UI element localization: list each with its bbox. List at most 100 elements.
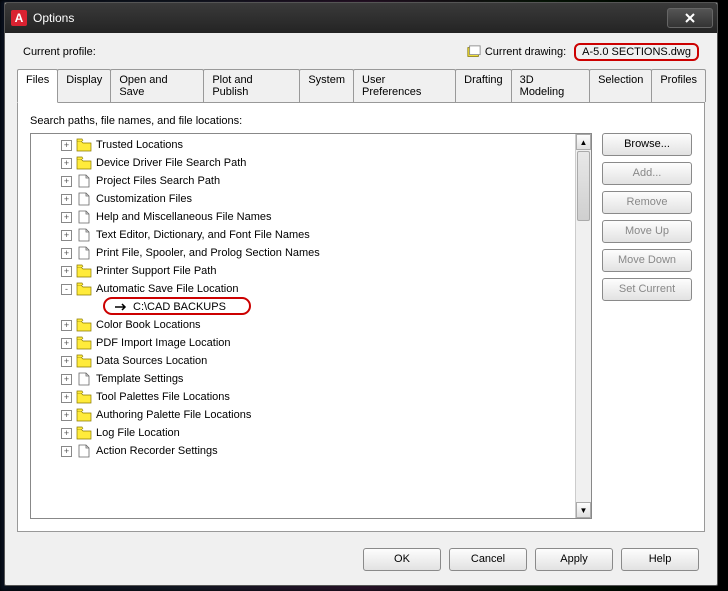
move-up-button: Move Up — [602, 220, 692, 243]
page-icon — [76, 192, 92, 206]
close-icon — [684, 12, 696, 24]
tree-item[interactable]: + Text Editor, Dictionary, and Font File … — [33, 226, 575, 244]
tree-item[interactable]: + Print File, Spooler, and Prolog Section… — [33, 244, 575, 262]
tab-selection[interactable]: Selection — [589, 69, 652, 102]
expand-toggle[interactable]: + — [61, 410, 72, 421]
tree-item[interactable]: + Template Settings — [33, 370, 575, 388]
expand-toggle[interactable]: + — [61, 338, 72, 349]
page-icon — [76, 174, 92, 188]
folder-icon — [76, 354, 92, 368]
current-profile-label: Current profile: — [23, 46, 96, 58]
tab-drafting[interactable]: Drafting — [455, 69, 512, 102]
folder-icon — [76, 156, 92, 170]
expand-toggle[interactable]: + — [61, 158, 72, 169]
tree-item[interactable]: +Data Sources Location — [33, 352, 575, 370]
expand-toggle[interactable]: + — [61, 428, 72, 439]
tab-profiles[interactable]: Profiles — [651, 69, 706, 102]
tab-open-and-save[interactable]: Open and Save — [110, 69, 204, 102]
expand-toggle[interactable]: + — [61, 230, 72, 241]
tree-item[interactable]: + Printer Support File Path — [33, 262, 575, 280]
cancel-button[interactable]: Cancel — [449, 548, 527, 571]
expand-toggle[interactable]: + — [61, 140, 72, 151]
folder-icon — [76, 138, 92, 152]
ok-button[interactable]: OK — [363, 548, 441, 571]
app-icon: A — [11, 10, 27, 26]
folder-icon — [76, 318, 92, 332]
tree-item-label: Log File Location — [96, 427, 180, 439]
files-tab-panel: Search paths, file names, and file locat… — [17, 102, 705, 532]
tree-item-label: Color Book Locations — [96, 319, 201, 331]
tab-system[interactable]: System — [299, 69, 354, 102]
tab-plot-and-publish[interactable]: Plot and Publish — [203, 69, 300, 102]
tab-strip: FilesDisplayOpen and SavePlot and Publis… — [17, 69, 705, 102]
folder-icon — [76, 408, 92, 422]
folder-icon — [76, 390, 92, 404]
page-icon — [76, 246, 92, 260]
scroll-thumb[interactable] — [577, 151, 590, 221]
tree-item[interactable]: + PDF Import Image Location — [33, 334, 575, 352]
expand-toggle[interactable]: + — [61, 248, 72, 259]
tab-user-preferences[interactable]: User Preferences — [353, 69, 456, 102]
close-button[interactable] — [667, 8, 713, 28]
tree-item-label: Automatic Save File Location — [96, 283, 238, 295]
tree-item-label: Customization Files — [96, 193, 192, 205]
expand-toggle[interactable]: + — [61, 212, 72, 223]
scroll-up-button[interactable]: ▲ — [576, 134, 591, 150]
side-button-column: Browse...Add...RemoveMove UpMove DownSet… — [602, 133, 692, 519]
expand-toggle[interactable]: + — [61, 194, 72, 205]
tree-item-label: Action Recorder Settings — [96, 445, 218, 457]
expand-toggle[interactable]: + — [61, 320, 72, 331]
expand-toggle[interactable]: + — [61, 176, 72, 187]
profile-row: Current profile: Current drawing: A-5.0 … — [5, 33, 717, 69]
tree-item-label: Print File, Spooler, and Prolog Section … — [96, 247, 320, 259]
folder-icon — [76, 282, 92, 296]
page-icon — [76, 228, 92, 242]
arrow-icon — [113, 300, 129, 314]
tree-item[interactable]: + Color Book Locations — [33, 316, 575, 334]
tab-display[interactable]: Display — [57, 69, 111, 102]
tree-item-label: Device Driver File Search Path — [96, 157, 246, 169]
tree-item[interactable]: + Log File Location — [33, 424, 575, 442]
tree-item-label: C:\CAD BACKUPS — [133, 301, 226, 313]
folder-icon — [76, 336, 92, 350]
tab-files[interactable]: Files — [17, 69, 58, 103]
expand-toggle[interactable]: + — [61, 392, 72, 403]
tree-item-label: PDF Import Image Location — [96, 337, 231, 349]
options-dialog: A Options Current profile: Current drawi… — [4, 2, 718, 586]
window-title: Options — [33, 11, 667, 25]
tree-item[interactable]: +Tool Palettes File Locations — [33, 388, 575, 406]
help-button[interactable]: Help — [621, 548, 699, 571]
tree-item[interactable]: +Authoring Palette File Locations — [33, 406, 575, 424]
tree-item-label: Project Files Search Path — [96, 175, 220, 187]
tree-item[interactable]: + Customization Files — [33, 190, 575, 208]
tree-item[interactable]: +Trusted Locations — [33, 136, 575, 154]
tree-item[interactable]: + Device Driver File Search Path — [33, 154, 575, 172]
folder-icon — [76, 264, 92, 278]
add-button: Add... — [602, 162, 692, 185]
tree-item[interactable]: + Action Recorder Settings — [33, 442, 575, 460]
tree-item[interactable]: +Help and Miscellaneous File Names — [33, 208, 575, 226]
expand-toggle[interactable]: + — [61, 356, 72, 367]
tree-item-child[interactable]: C:\CAD BACKUPS — [33, 298, 575, 316]
move-down-button: Move Down — [602, 249, 692, 272]
scroll-down-button[interactable]: ▼ — [576, 502, 591, 518]
tree-item-label: Printer Support File Path — [96, 265, 216, 277]
titlebar[interactable]: A Options — [5, 3, 717, 33]
browse-button[interactable]: Browse... — [602, 133, 692, 156]
tree-item-label: Template Settings — [96, 373, 183, 385]
tree-item-label: Text Editor, Dictionary, and Font File N… — [96, 229, 310, 241]
apply-button[interactable]: Apply — [535, 548, 613, 571]
tree-item[interactable]: - Automatic Save File Location — [33, 280, 575, 298]
expand-toggle[interactable]: + — [61, 266, 72, 277]
tab-3d-modeling[interactable]: 3D Modeling — [511, 69, 590, 102]
expand-toggle[interactable]: + — [61, 374, 72, 385]
vertical-scrollbar[interactable]: ▲ ▼ — [575, 134, 591, 518]
tree-container: +Trusted Locations+Device Driver File Se… — [30, 133, 592, 519]
folder-icon — [76, 426, 92, 440]
page-icon — [76, 210, 92, 224]
set-current-button: Set Current — [602, 278, 692, 301]
expand-toggle[interactable]: + — [61, 446, 72, 457]
expand-toggle[interactable]: - — [61, 284, 72, 295]
tree-item[interactable]: + Project Files Search Path — [33, 172, 575, 190]
path-tree[interactable]: +Trusted Locations+Device Driver File Se… — [31, 134, 575, 518]
